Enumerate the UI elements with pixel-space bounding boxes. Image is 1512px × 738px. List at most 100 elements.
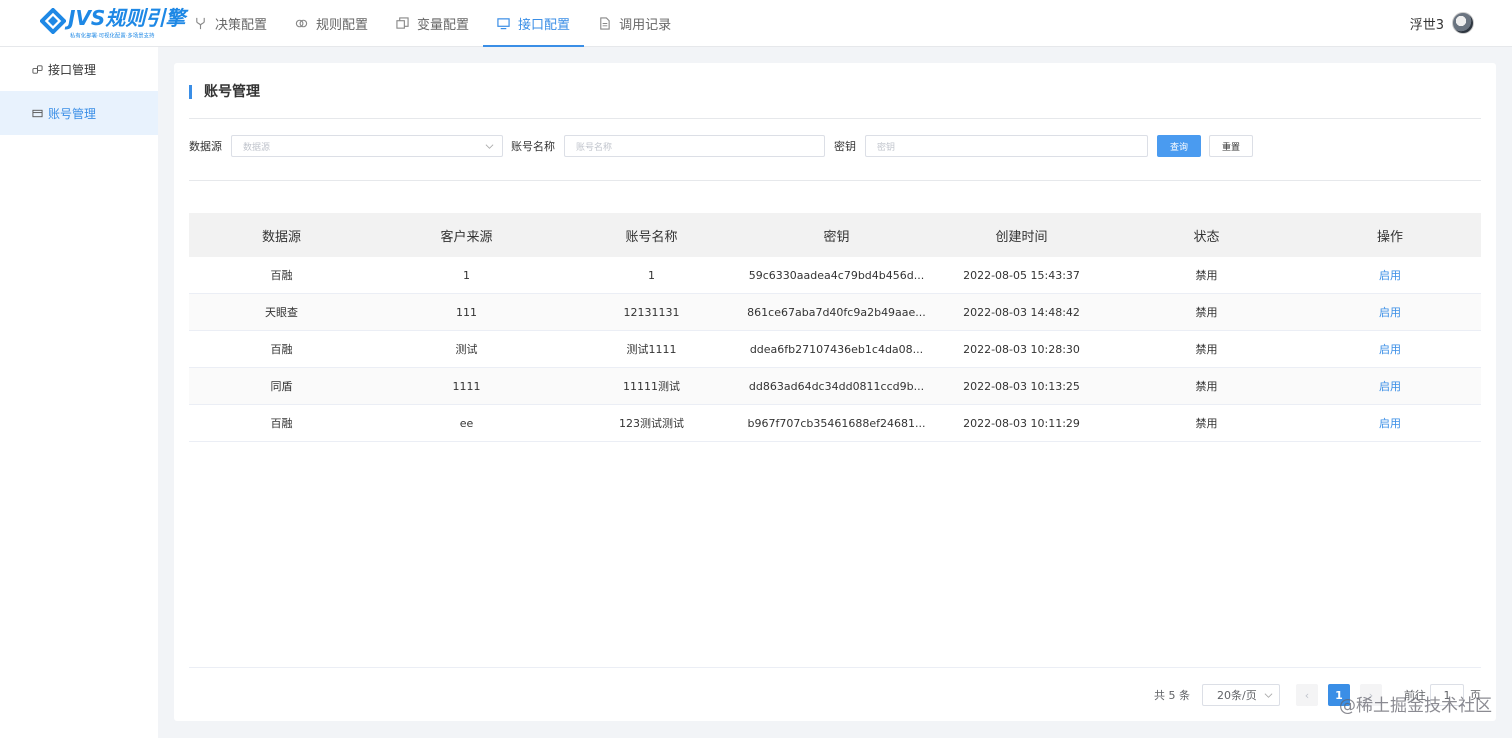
cell-datasource: 同盾 xyxy=(270,380,293,393)
cell-datasource: 百融 xyxy=(270,343,293,356)
datasource-label: 数据源 xyxy=(189,140,222,153)
account-name-input[interactable]: 账号名称 xyxy=(564,135,825,157)
datasource-select[interactable]: 数据源 xyxy=(231,135,503,157)
cell-action: 启用 xyxy=(1299,304,1481,320)
cell-action: 启用 xyxy=(1299,378,1481,394)
nav-tab-label: 决策配置 xyxy=(215,18,268,33)
cell-secret: ddea6fb27107436eb1c4da08... xyxy=(749,342,924,356)
nav-tab-rules[interactable]: 规则配置 xyxy=(281,0,382,47)
logo-mark-icon xyxy=(40,8,66,34)
cell-status: 禁用 xyxy=(1195,306,1218,319)
cell-datasource: 百融 xyxy=(270,417,293,430)
secret-input[interactable]: 密钥 xyxy=(865,135,1148,157)
table-row: 天眼查 111 12131131 861ce67aba7d40fc9a2b49a… xyxy=(189,294,1481,331)
logo-subtitle: 私有化部署·可视化配置·多场景支持 xyxy=(70,32,155,40)
nav-tab-label: 规则配置 xyxy=(316,18,369,33)
query-button[interactable]: 查询 xyxy=(1157,135,1201,157)
nav-tab-variables[interactable]: 变量配置 xyxy=(382,0,483,47)
cell-action: 启用 xyxy=(1299,341,1481,357)
prev-page-button[interactable]: ‹ xyxy=(1296,684,1318,706)
table-row: 同盾 1111 11111测试 dd863ad64dc34dd0811ccd9b… xyxy=(189,368,1481,405)
table-row: 百融 1 1 59c6330aadea4c79bd4b456d... 2022-… xyxy=(189,257,1481,294)
branch-icon xyxy=(196,17,205,30)
column-header: 状态 xyxy=(1193,229,1220,245)
nav-tab-decision[interactable]: 决策配置 xyxy=(180,0,281,47)
nav-tab-label: 变量配置 xyxy=(417,18,470,33)
secret-label: 密钥 xyxy=(834,140,856,153)
table-header: 数据源 客户来源 账号名称 密钥 创建时间 状态 操作 xyxy=(189,213,1481,257)
enable-link[interactable]: 启用 xyxy=(1379,343,1401,356)
logo[interactable]: JVS规则引擎 私有化部署·可视化配置·多场景支持 xyxy=(40,6,185,40)
table-row: 百融 测试 测试1111 ddea6fb27107436eb1c4da08...… xyxy=(189,331,1481,368)
cell-customer-source: ee xyxy=(459,416,474,430)
cell-account-name: 1 xyxy=(648,268,655,282)
cell-secret: dd863ad64dc34dd0811ccd9b... xyxy=(748,379,925,393)
cell-created-time: 2022-08-05 15:43:37 xyxy=(963,268,1080,282)
enable-link[interactable]: 启用 xyxy=(1379,380,1401,393)
page-title: 账号管理 xyxy=(189,85,260,99)
secret-placeholder: 密钥 xyxy=(877,142,896,153)
cell-secret: 861ce67aba7d40fc9a2b49aae... xyxy=(747,305,926,319)
cell-account-name: 11111测试 xyxy=(623,380,680,393)
avatar[interactable] xyxy=(1452,12,1474,34)
enable-link[interactable]: 启用 xyxy=(1379,417,1401,430)
chevron-down-icon xyxy=(485,144,494,149)
column-header: 创建时间 xyxy=(995,229,1048,245)
top-bar: JVS规则引擎 私有化部署·可视化配置·多场景支持 决策配置 规则配置 变量配置… xyxy=(0,0,1512,47)
chevron-down-icon xyxy=(1264,693,1273,698)
document-icon xyxy=(600,17,610,30)
account-name-placeholder: 账号名称 xyxy=(576,142,613,153)
cell-datasource: 天眼查 xyxy=(265,306,298,319)
sidebar-item-account-management[interactable]: 账号管理 xyxy=(0,91,158,135)
cell-action: 启用 xyxy=(1299,267,1481,283)
account-name-label: 账号名称 xyxy=(511,140,555,153)
datasource-placeholder: 数据源 xyxy=(243,142,271,153)
enable-link[interactable]: 启用 xyxy=(1379,306,1401,319)
cell-created-time: 2022-08-03 10:13:25 xyxy=(963,379,1080,393)
cell-account-name: 测试1111 xyxy=(626,343,677,356)
cell-customer-source: 测试 xyxy=(455,343,478,356)
nav-tab-call-logs[interactable]: 调用记录 xyxy=(584,0,685,47)
reset-button[interactable]: 重置 xyxy=(1209,135,1253,157)
divider xyxy=(189,118,1481,119)
link-icon xyxy=(32,64,43,74)
cell-status: 禁用 xyxy=(1195,269,1218,282)
enable-link[interactable]: 启用 xyxy=(1379,269,1401,282)
sidebar-item-label: 接口管理 xyxy=(48,62,97,77)
cell-customer-source: 111 xyxy=(456,305,477,319)
cell-customer-source: 1111 xyxy=(452,379,481,393)
page-size-select[interactable]: 20条/页 xyxy=(1202,684,1280,706)
cell-created-time: 2022-08-03 10:11:29 xyxy=(963,416,1080,430)
sidebar: 接口管理 账号管理 xyxy=(0,47,158,738)
nav-tab-interfaces[interactable]: 接口配置 xyxy=(483,0,585,47)
variable-icon xyxy=(396,17,409,29)
monitor-icon xyxy=(497,18,510,30)
logo-title: JVS规则引擎 xyxy=(68,6,186,30)
accounts-table: 数据源 客户来源 账号名称 密钥 创建时间 状态 操作 百融 1 1 59c63… xyxy=(189,213,1481,442)
card-icon xyxy=(32,109,43,117)
sidebar-item-label: 账号管理 xyxy=(48,106,97,121)
column-header: 账号名称 xyxy=(625,229,678,245)
cell-account-name: 12131131 xyxy=(623,305,680,319)
cell-status: 禁用 xyxy=(1195,343,1218,356)
filter-bar: 数据源 数据源 账号名称 账号名称 密钥 密钥 查询 重置 xyxy=(189,135,1253,157)
cell-secret: 59c6330aadea4c79bd4b456d... xyxy=(748,268,925,282)
user-name: 浮世3 xyxy=(1409,17,1444,33)
watermark: @稀土掘金技术社区 xyxy=(1339,696,1492,716)
cell-created-time: 2022-08-03 10:28:30 xyxy=(963,342,1080,356)
sidebar-item-interface-management[interactable]: 接口管理 xyxy=(0,47,158,91)
column-header: 操作 xyxy=(1376,229,1403,245)
divider xyxy=(189,667,1481,668)
rules-icon xyxy=(295,19,308,28)
user-menu[interactable]: 浮世3 xyxy=(1410,12,1474,34)
cell-action: 启用 xyxy=(1299,415,1481,431)
table-row: 百融 ee 123测试测试 b967f707cb35461688ef24681.… xyxy=(189,405,1481,442)
column-header: 客户来源 xyxy=(440,229,493,245)
cell-created-time: 2022-08-03 14:48:42 xyxy=(963,305,1080,319)
top-nav: 决策配置 规则配置 变量配置 接口配置 调用记录 xyxy=(180,0,685,47)
column-header: 数据源 xyxy=(261,229,301,245)
column-header: 密钥 xyxy=(823,229,850,245)
page-size-value: 20条/页 xyxy=(1217,689,1257,702)
cell-customer-source: 1 xyxy=(463,268,470,282)
cell-account-name: 123测试测试 xyxy=(619,417,684,430)
